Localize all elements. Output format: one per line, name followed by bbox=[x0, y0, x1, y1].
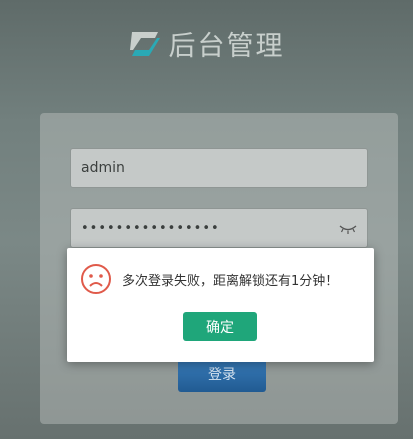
username-value: admin bbox=[81, 160, 125, 176]
alert-message: 多次登录失败，距离解锁还有1分钟！ bbox=[122, 274, 339, 289]
password-field[interactable]: •••••••••••••••• bbox=[70, 208, 368, 248]
sad-face-icon bbox=[81, 264, 111, 294]
username-field[interactable]: admin bbox=[70, 148, 368, 188]
brand-header: 后台管理 bbox=[0, 24, 413, 63]
alert-dialog: 多次登录失败，距离解锁还有1分钟！ 确定 bbox=[67, 248, 374, 362]
brand-title: 后台管理 bbox=[168, 31, 285, 62]
confirm-button[interactable]: 确定 bbox=[183, 312, 257, 341]
toggle-password-icon[interactable] bbox=[339, 221, 357, 235]
password-value: •••••••••••••••• bbox=[81, 220, 220, 236]
brand-logo-icon bbox=[129, 31, 160, 56]
